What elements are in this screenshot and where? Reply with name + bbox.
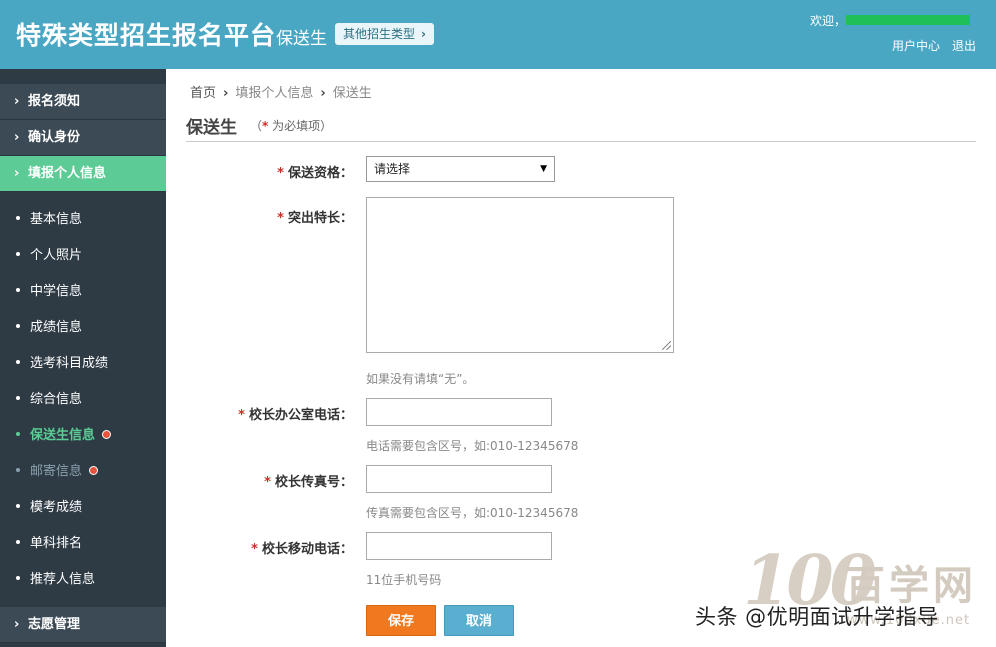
- sidebar-subitem-comprehensive[interactable]: 综合信息: [0, 382, 166, 418]
- bullet-icon: [16, 251, 20, 256]
- breadcrumb: 首页 › 填报个人信息 › 保送生: [190, 82, 372, 101]
- chevron-right-icon: ›: [320, 86, 326, 101]
- required-star: *: [277, 211, 284, 226]
- office-phone-label: * 校长办公室电话：: [178, 404, 353, 423]
- sidebar-subitem-label: 成绩信息: [30, 320, 83, 335]
- other-types-label: 其他招生类型: [343, 27, 416, 41]
- sidebar-subitem-label: 推荐人信息: [30, 572, 96, 587]
- welcome-text: 欢迎，: [810, 14, 847, 28]
- specialty-hint: 如果没有请填“无”。: [366, 372, 475, 386]
- logout-link[interactable]: 退出: [952, 37, 976, 54]
- divider: [186, 141, 976, 142]
- sidebar-item-confirm-identity[interactable]: › 确认身份: [0, 120, 166, 156]
- sidebar-subitem-label: 邮寄信息: [30, 464, 83, 479]
- bullet-icon: [16, 575, 20, 580]
- sidebar-subitem-subject-rank[interactable]: 单科排名: [0, 526, 166, 562]
- bullet-icon: [16, 503, 20, 508]
- sidebar-item-label: 确认身份: [28, 130, 81, 145]
- bullet-icon: [16, 359, 20, 364]
- site-title: 特殊类型招生报名平台: [16, 21, 277, 50]
- resize-grip-icon[interactable]: [662, 341, 671, 350]
- sidebar-item-preferences[interactable]: › 志愿管理: [0, 607, 166, 643]
- sidebar-subitem-label: 个人照片: [30, 248, 83, 263]
- office-phone-input[interactable]: [366, 398, 552, 426]
- page-title: 保送生: [186, 118, 237, 138]
- specialty-textarea[interactable]: [366, 197, 674, 353]
- required-star: *: [264, 475, 271, 490]
- sidebar-subitem-recommended-student[interactable]: 保送生信息: [0, 418, 166, 454]
- sidebar-subitem-label: 中学信息: [30, 284, 83, 299]
- sidebar-subitem-referrer[interactable]: 推荐人信息: [0, 562, 166, 598]
- redacted-username: [846, 15, 970, 25]
- sidebar: › 报名须知 › 确认身份 › 填报个人信息 基本信息 个人照片 中学信息 成绩信息 …: [0, 69, 166, 647]
- breadcrumb-personal-info[interactable]: 填报个人信息: [235, 86, 313, 101]
- bullet-icon: [16, 467, 20, 472]
- sidebar-subitem-label: 基本信息: [30, 212, 83, 227]
- sidebar-subitem-label: 选考科目成绩: [30, 356, 109, 371]
- sidebar-subitem-mailing[interactable]: 邮寄信息: [0, 454, 166, 490]
- fax-hint: 传真需要包含区号，如:010-12345678: [366, 506, 579, 520]
- incomplete-badge: [102, 430, 112, 439]
- bullet-icon: [16, 539, 20, 544]
- sidebar-item-personal-info[interactable]: › 填报个人信息: [0, 156, 166, 192]
- sidebar-subitem-scores[interactable]: 成绩信息: [0, 310, 166, 346]
- breadcrumb-home[interactable]: 首页: [190, 86, 216, 101]
- sidebar-subitem-photo[interactable]: 个人照片: [0, 238, 166, 274]
- chevron-right-icon: ›: [14, 94, 20, 109]
- sidebar-subitem-label: 综合信息: [30, 392, 83, 407]
- dropdown-arrow-icon: ▼: [540, 164, 547, 174]
- required-star: *: [277, 166, 284, 181]
- chevron-right-icon: ›: [14, 166, 20, 181]
- cancel-button[interactable]: 取消: [444, 605, 514, 636]
- bullet-icon: [16, 395, 20, 400]
- sidebar-subitem-mock-exam[interactable]: 模考成绩: [0, 490, 166, 526]
- incomplete-badge: [89, 466, 99, 475]
- top-header: 特殊类型招生报名平台 保送生 其他招生类型 › 欢迎， 用户中心 退出: [0, 0, 996, 69]
- sidebar-item-instructions[interactable]: › 报名须知: [0, 84, 166, 120]
- qualification-label-text: 保送资格：: [287, 166, 353, 181]
- breadcrumb-current: 保送生: [332, 86, 372, 101]
- office-phone-hint: 电话需要包含区号，如:010-12345678: [366, 439, 579, 453]
- office-phone-label-text: 校长办公室电话：: [248, 408, 353, 423]
- sidebar-subitem-label: 模考成绩: [30, 500, 83, 515]
- qualification-select[interactable]: 请选择 ▼: [366, 156, 555, 182]
- sidebar-subitem-label: 保送生信息: [30, 428, 96, 443]
- save-button[interactable]: 保存: [366, 605, 436, 636]
- fax-label-text: 校长传真号：: [274, 475, 353, 490]
- sidebar-subitem-basic-info[interactable]: 基本信息: [0, 202, 166, 238]
- chevron-right-icon: ›: [14, 130, 20, 145]
- mobile-input[interactable]: [366, 532, 552, 560]
- bullet-icon: [16, 431, 20, 436]
- other-types-button[interactable]: 其他招生类型 ›: [335, 23, 434, 45]
- sidebar-subitem-elective-scores[interactable]: 选考科目成绩: [0, 346, 166, 382]
- chevron-right-icon: ›: [223, 86, 229, 101]
- sidebar-subitem-label: 单科排名: [30, 536, 83, 551]
- qualification-label: * 保送资格：: [178, 162, 353, 181]
- chevron-right-icon: ›: [14, 617, 20, 632]
- required-note-open: （: [250, 119, 263, 133]
- sidebar-item-label: 志愿管理: [28, 617, 81, 632]
- required-note: （* 为必填项）: [250, 117, 332, 134]
- required-star: *: [238, 408, 245, 423]
- qualification-select-value: 请选择: [374, 162, 411, 176]
- sidebar-subitem-school-info[interactable]: 中学信息: [0, 274, 166, 310]
- bullet-icon: [16, 215, 20, 220]
- bullet-icon: [16, 323, 20, 328]
- chevron-right-icon: ›: [421, 27, 426, 41]
- specialty-label-text: 突出特长：: [287, 211, 353, 226]
- sidebar-item-label: 报名须知: [28, 94, 81, 109]
- header-category: 保送生: [276, 29, 327, 49]
- required-note-text: 为必填项）: [268, 119, 333, 133]
- fax-label: * 校长传真号：: [178, 471, 353, 490]
- required-star: *: [251, 542, 258, 557]
- user-center-link[interactable]: 用户中心: [892, 37, 940, 54]
- mobile-label: * 校长移动电话：: [178, 538, 353, 557]
- fax-input[interactable]: [366, 465, 552, 493]
- sidebar-item-label: 填报个人信息: [28, 166, 107, 181]
- bullet-icon: [16, 287, 20, 292]
- mobile-hint: 11位手机号码: [366, 573, 442, 587]
- specialty-label: * 突出特长：: [178, 207, 353, 226]
- mobile-label-text: 校长移动电话：: [261, 542, 353, 557]
- watermark-caption: 头条 @优明面试升学指导: [695, 605, 939, 629]
